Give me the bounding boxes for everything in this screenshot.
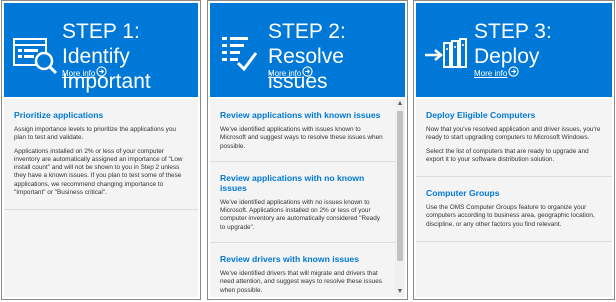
circle-arrow-right-icon[interactable] <box>508 66 519 77</box>
step-1-body: Prioritize applications Assign importanc… <box>4 99 198 297</box>
checklist-icon <box>222 37 258 72</box>
step-3-panel: STEP 3: Deploy More info Deploy Eligible… <box>413 0 615 300</box>
section-computer-groups: Computer Groups Use the OMS Computer Gro… <box>416 177 612 243</box>
step-3-title: STEP 3: Deploy <box>474 20 552 68</box>
section-apps-known-issues: Review applications with known issues We… <box>210 99 395 162</box>
step-2-body[interactable]: Review applications with known issues We… <box>210 99 395 297</box>
circle-arrow-right-icon[interactable] <box>96 66 107 77</box>
step-3-header: STEP 3: Deploy More info <box>416 3 612 97</box>
step-1-header: STEP 1: Identify Important Apps More inf… <box>4 3 198 118</box>
step-1-more-info-link[interactable]: More info <box>62 69 95 78</box>
step-2-more-info-link[interactable]: More info <box>268 69 301 78</box>
circle-arrow-right-icon[interactable] <box>302 66 313 77</box>
scroll-up-icon[interactable]: ▲ <box>395 99 405 109</box>
scroll-down-icon[interactable]: ▼ <box>395 287 405 297</box>
deploy-eligible-computers-link[interactable]: Deploy Eligible Computers <box>426 99 602 120</box>
prioritize-applications-link[interactable]: Prioritize applications <box>14 99 188 120</box>
step-3-more-info-link[interactable]: More info <box>474 69 507 78</box>
section-description: Applications installed on 2% or less of … <box>14 147 183 197</box>
scrollbar-thumb[interactable] <box>397 111 403 261</box>
section-description: Assign importance levels to prioritize t… <box>14 126 176 142</box>
review-apps-no-known-issues-link[interactable]: Review applications with no known issues <box>220 162 385 193</box>
deploy-servers-icon <box>425 38 467 68</box>
section-description: We've identified drivers that will migra… <box>220 270 382 294</box>
section-description: Select the list of computers that are re… <box>426 147 589 163</box>
section-description: Now that you've resolved application and… <box>426 126 601 142</box>
review-apps-known-issues-link[interactable]: Review applications with known issues <box>220 99 385 120</box>
step-3-body: Deploy Eligible Computers Now that you'v… <box>416 99 612 297</box>
section-prioritize-applications: Prioritize applications Assign importanc… <box>4 99 198 211</box>
step-2-panel: STEP 2: Resolve issues More info Review … <box>207 0 408 300</box>
section-apps-no-known-issues: Review applications with no known issues… <box>210 162 395 244</box>
section-description: We've identified applications with issue… <box>220 126 383 150</box>
step-1-panel: STEP 1: Identify Important Apps More inf… <box>1 0 201 300</box>
vertical-scrollbar[interactable]: ▲ ▼ <box>395 99 405 297</box>
section-deploy-eligible-computers: Deploy Eligible Computers Now that you'v… <box>416 99 612 178</box>
step-2-title: STEP 2: Resolve issues <box>268 20 346 93</box>
section-description: We've identified applications with no is… <box>220 198 380 231</box>
review-drivers-known-issues-link[interactable]: Review drivers with known issues <box>220 243 385 264</box>
step-2-header: STEP 2: Resolve issues More info <box>210 3 405 97</box>
app-search-icon <box>13 38 58 75</box>
section-drivers-known-issues: Review drivers with known issues We've i… <box>210 243 395 297</box>
section-description: Use the OMS Computer Groups feature to o… <box>426 204 595 228</box>
computer-groups-link[interactable]: Computer Groups <box>426 177 602 198</box>
